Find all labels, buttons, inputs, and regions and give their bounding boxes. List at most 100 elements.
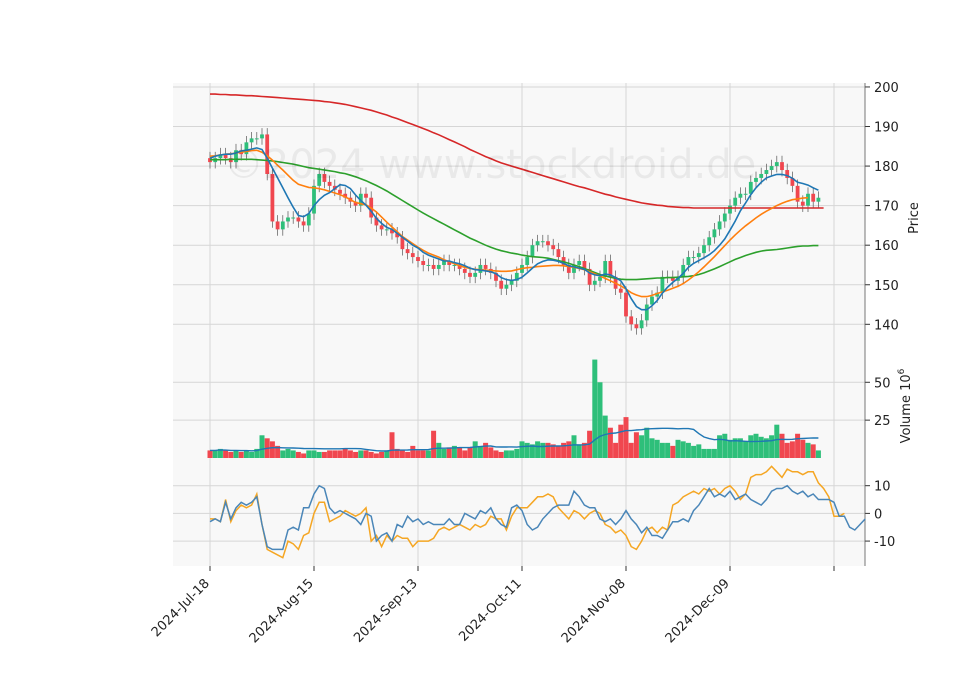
volume-bar [571, 435, 577, 458]
oscillator-ytick-label: 0 [874, 507, 882, 522]
volume-bar [789, 441, 795, 458]
volume-bar [665, 442, 671, 458]
volume-bar [514, 448, 520, 458]
candle-body [696, 253, 701, 258]
volume-bar [321, 451, 327, 458]
price-ytick-label: 180 [874, 160, 899, 175]
volume-ytick-label: 25 [874, 414, 891, 429]
volume-axis-label-text: Volume [899, 395, 914, 443]
volume-bar [753, 433, 759, 458]
candle-body [717, 221, 722, 230]
candle-body [556, 249, 561, 258]
volume-bar [758, 436, 764, 458]
x-tick-label: 2024-Nov-08 [559, 576, 629, 646]
candle-body [483, 264, 488, 269]
candle-body [509, 280, 514, 285]
volume-bar [311, 450, 317, 458]
volume-bar [259, 435, 265, 458]
volume-bar [347, 450, 353, 458]
candle-body [707, 237, 712, 246]
volume-bar [280, 450, 286, 458]
volume-bar [228, 451, 234, 458]
volume-bar [358, 450, 364, 458]
volume-bar [810, 444, 816, 458]
volume-panel: 25 50 [173, 352, 891, 458]
volume-bar [519, 441, 525, 458]
volume-bar [540, 442, 546, 458]
volume-bar [800, 439, 806, 458]
volume-bar [342, 448, 348, 458]
volume-bar [675, 439, 681, 458]
candle-body [254, 138, 259, 140]
candle-body [379, 225, 384, 230]
volume-bar [337, 450, 343, 458]
candle-body [728, 205, 732, 214]
candle-body [530, 245, 535, 258]
volume-bar [607, 427, 613, 458]
candle-body [416, 257, 420, 262]
candle-body [301, 221, 306, 226]
candle-body [629, 316, 634, 325]
volume-bar [285, 448, 291, 458]
volume-bar [555, 445, 561, 458]
volume-bar [436, 442, 442, 458]
volume-bar [389, 432, 395, 458]
x-tick-label: 2024-Sep-13 [351, 576, 421, 646]
volume-bar [722, 433, 728, 458]
candle-body [306, 213, 311, 226]
candle-body [286, 217, 290, 222]
candle-body [722, 213, 727, 222]
candle-body [504, 284, 509, 289]
candle-body [291, 217, 296, 219]
candle-body [473, 272, 478, 277]
x-tick-label: 2024-Oct-11 [456, 576, 524, 644]
volume-bar [425, 450, 431, 458]
volume-bar [373, 453, 379, 458]
volume-bar [784, 442, 790, 458]
candle-body [405, 249, 410, 254]
x-axis: 2024-Jul-18 2024-Aug-15 2024-Sep-13 2024-Oc… [149, 566, 835, 646]
volume-bar [639, 435, 645, 458]
volume-bar [483, 442, 489, 458]
candle-body [738, 193, 743, 198]
candle-body [296, 217, 301, 222]
volume-bar [238, 451, 244, 458]
price-axis-label: Price [907, 202, 922, 234]
candle-body [639, 320, 644, 329]
volume-bar [633, 432, 639, 458]
volume-bar [431, 430, 437, 458]
volume-bar [696, 444, 702, 458]
volume-bar [399, 450, 405, 458]
volume-bar [353, 451, 359, 458]
price-ytick-label: 160 [874, 239, 899, 254]
volume-bar [524, 442, 530, 458]
x-tick-label: 2024-Aug-15 [247, 576, 317, 646]
volume-bar [332, 450, 338, 458]
volume-bar [576, 444, 582, 458]
volume-bar [477, 445, 483, 458]
oscillator-panel: -10 0 10 [173, 458, 895, 566]
candle-body [535, 241, 540, 246]
candle-body [780, 162, 784, 171]
volume-bar [503, 450, 509, 458]
candle-body [769, 166, 774, 171]
volume-bar [743, 441, 749, 458]
volume-bar [290, 450, 296, 458]
volume-bar [467, 447, 473, 458]
volume-bar [597, 382, 603, 458]
volume-bar [446, 447, 452, 458]
volume-bar [295, 451, 301, 458]
volume-bar [779, 433, 785, 458]
candle-body [280, 221, 285, 230]
candle-body [431, 264, 436, 269]
volume-bar [644, 427, 650, 458]
oscillator-ytick-label: -10 [874, 535, 895, 550]
volume-bar [509, 450, 515, 458]
volume-bar [316, 451, 322, 458]
volume-bar [701, 448, 707, 458]
volume-bar [727, 439, 733, 458]
volume-bar [301, 453, 307, 458]
volume-bar [498, 451, 504, 458]
candle-body [702, 245, 706, 254]
candle-body [275, 221, 280, 230]
